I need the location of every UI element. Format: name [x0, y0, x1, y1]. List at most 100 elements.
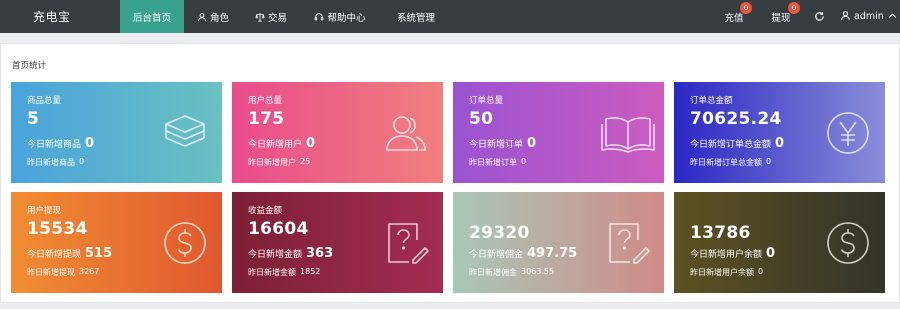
yesterday-label: 昨日新增订单 [469, 158, 517, 167]
yesterday-label: 昨日新增用户 [248, 158, 296, 167]
withdraw-button[interactable]: 提现 0 [758, 0, 804, 33]
card-label: 用户提现 [27, 206, 62, 216]
nav-item-label: 后台首页 [132, 12, 171, 24]
yesterday-label: 昨日新增提现 [27, 268, 75, 277]
card-yesterday: 昨日新增用户余额 0 [690, 267, 763, 278]
stat-card-order-amount[interactable]: 订单总金额 70625.24 今日新增订单总金额 0 昨日新增订单总金额 0 [674, 82, 885, 183]
card-value: 16604 [248, 219, 309, 239]
card-value: 13786 [690, 223, 751, 243]
yesterday-label: 昨日新增佣金 [469, 268, 517, 277]
question-edit-icon [604, 220, 650, 266]
card-label: 商品总量 [27, 96, 62, 106]
today-label: 今日新增订单总金额 [690, 140, 772, 150]
card-today: 今日新增商品 0 [27, 136, 94, 151]
card-yesterday: 昨日新增金额 1852 [248, 267, 320, 278]
nav-item-dashboard[interactable]: 后台首页 [120, 0, 184, 33]
today-label: 今日新增用户余额 [690, 250, 763, 260]
card-today: 今日新增用户 0 [248, 136, 315, 151]
yesterday-label: 昨日新增金额 [248, 268, 296, 277]
card-label: 订单总量 [469, 96, 504, 106]
yesterday-value: 25 [300, 157, 311, 166]
nav-item-label: 角色 [209, 12, 229, 24]
card-today: 今日新增用户余额 0 [690, 246, 775, 261]
question-edit-icon [383, 220, 429, 266]
card-value: 5 [27, 109, 40, 129]
stat-card-commission[interactable]: 29320 今日新增佣金 497.75 昨日新增佣金 3063.55 [453, 192, 664, 293]
yesterday-value: 3063.55 [521, 267, 555, 276]
refresh-icon[interactable] [804, 0, 834, 33]
yesterday-value: 1852 [300, 267, 321, 276]
nav-item-help[interactable]: 帮助中心 [300, 0, 380, 33]
yesterday-value: 0 [766, 157, 772, 166]
user-menu[interactable]: admin [834, 0, 900, 33]
yen-icon [825, 110, 871, 156]
stat-card-users[interactable]: 用户总量 175 今日新增用户 0 昨日新增用户 25 [232, 82, 443, 183]
stat-card-products[interactable]: 商品总量 5 今日新增商品 0 昨日新增商品 0 [11, 82, 222, 183]
card-today: 今日新增订单 0 [469, 136, 536, 151]
yesterday-value: 0 [521, 157, 527, 166]
card-today: 今日新增订单总金额 0 [690, 136, 784, 151]
card-yesterday: 昨日新增用户 25 [248, 157, 310, 168]
today-label: 今日新增商品 [27, 140, 82, 150]
today-label: 今日新增金额 [248, 250, 303, 260]
stat-card-withdraw[interactable]: 用户提现 15534 今日新增提现 515 昨日新增提现 3267 [11, 192, 222, 293]
card-yesterday: 昨日新增商品 0 [27, 157, 84, 168]
today-label: 今日新增用户 [248, 140, 303, 150]
user-icon [197, 12, 207, 22]
card-value: 50 [469, 109, 494, 129]
user-icon [840, 10, 851, 24]
card-today: 今日新增金额 363 [248, 246, 333, 261]
card-yesterday: 昨日新增佣金 3063.55 [469, 267, 554, 278]
layers-icon [162, 110, 208, 156]
nav-item-trade[interactable]: 交易 [242, 0, 300, 33]
nav-item-label: 交易 [267, 12, 287, 24]
today-value: 0 [775, 136, 785, 151]
dollar-icon [825, 220, 871, 266]
yesterday-label: 昨日新增订单总金额 [690, 158, 762, 167]
today-value: 0 [85, 136, 95, 151]
scale-icon [255, 12, 265, 22]
card-today: 今日新增提现 515 [27, 246, 112, 261]
card-yesterday: 昨日新增提现 3267 [27, 267, 99, 278]
stat-card-orders[interactable]: 订单总量 50 今日新增订单 0 昨日新增订单 0 [453, 82, 664, 183]
yesterday-value: 0 [758, 267, 764, 276]
yesterday-value: 0 [79, 157, 85, 166]
username: admin [854, 11, 884, 22]
card-value: 175 [248, 109, 285, 129]
top-navbar: 充电宝 后台首页 角色 交易 帮助中心 系统管理 充值 0 提现 0 admin [0, 0, 900, 33]
dollar-icon [162, 220, 208, 266]
brand-logo[interactable]: 充电宝 [0, 0, 120, 33]
today-value: 0 [766, 246, 776, 261]
nav-item-system[interactable]: 系统管理 [380, 0, 452, 33]
today-value: 363 [306, 246, 334, 261]
headset-icon [314, 12, 324, 22]
panel-title: 首页统计 [12, 61, 47, 71]
stat-card-balance[interactable]: 13786 今日新增用户余额 0 昨日新增用户余额 0 [674, 192, 885, 293]
today-value: 0 [527, 136, 537, 151]
card-value: 15534 [27, 219, 88, 239]
card-label: 订单总金额 [690, 96, 733, 106]
recharge-button[interactable]: 充值 0 [710, 0, 758, 33]
today-value: 515 [85, 246, 113, 261]
nav-item-label: 系统管理 [396, 12, 435, 24]
nav-item-label: 帮助中心 [327, 12, 366, 24]
today-label: 今日新增佣金 [469, 250, 524, 260]
today-value: 497.75 [527, 246, 578, 261]
card-yesterday: 昨日新增订单总金额 0 [690, 157, 771, 168]
yesterday-label: 昨日新增商品 [27, 158, 75, 167]
withdraw-badge: 0 [788, 2, 800, 14]
users-icon [383, 110, 429, 156]
header-actions: 充值 0 提现 0 admin [710, 0, 900, 33]
stat-card-earnings[interactable]: 收益金额 16604 今日新增金额 363 昨日新增金额 1852 [232, 192, 443, 293]
stats-panel: 首页统计 商品总量 5 今日新增商品 0 昨日新增商品 0 用户总量 175 今日新… [0, 43, 900, 303]
card-yesterday: 昨日新增订单 0 [469, 157, 526, 168]
chevron-up-icon [887, 10, 898, 24]
book-icon [600, 110, 656, 156]
nav-item-roles[interactable]: 角色 [184, 0, 242, 33]
main-nav: 后台首页 角色 交易 帮助中心 系统管理 [120, 0, 452, 33]
card-label: 收益金额 [248, 206, 283, 216]
card-label: 用户总量 [248, 96, 283, 106]
today-label: 今日新增订单 [469, 140, 524, 150]
yesterday-value: 3267 [79, 267, 100, 276]
recharge-badge: 0 [740, 2, 752, 14]
